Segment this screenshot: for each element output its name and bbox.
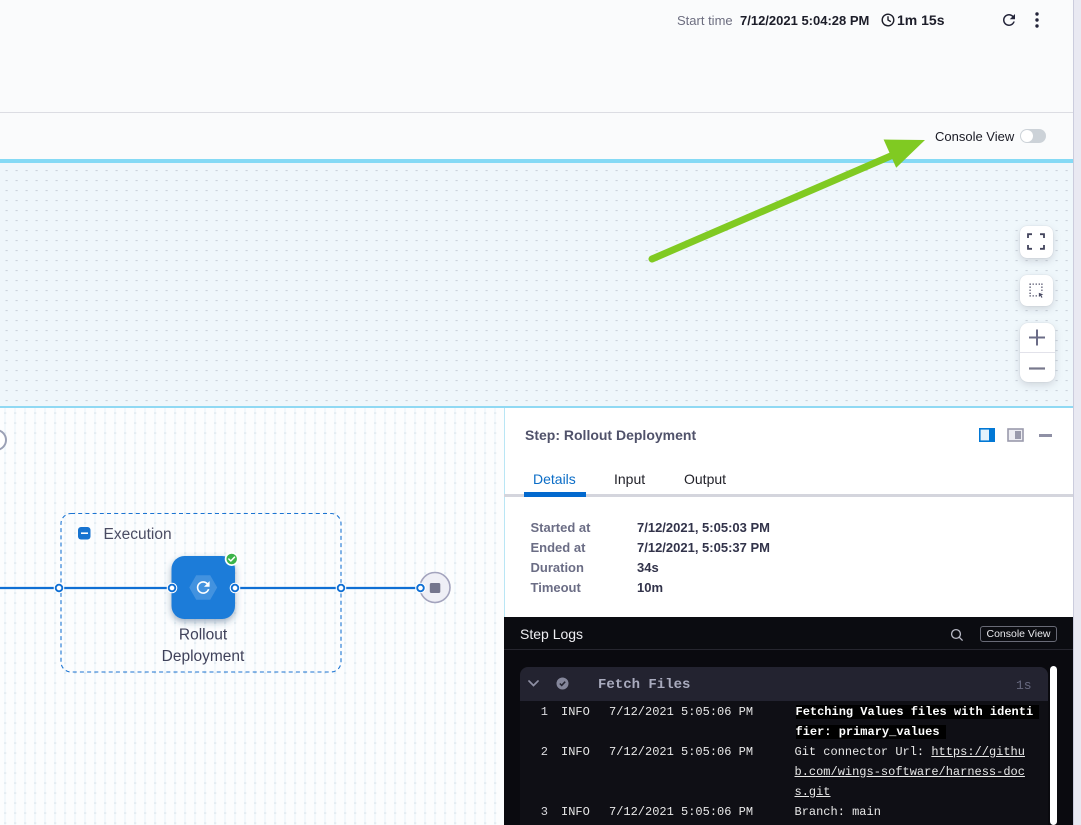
svg-text:Rollout: Rollout: [179, 627, 228, 644]
svg-text:Execution: Execution: [104, 526, 172, 543]
svg-text:Deployment: Deployment: [162, 648, 245, 665]
